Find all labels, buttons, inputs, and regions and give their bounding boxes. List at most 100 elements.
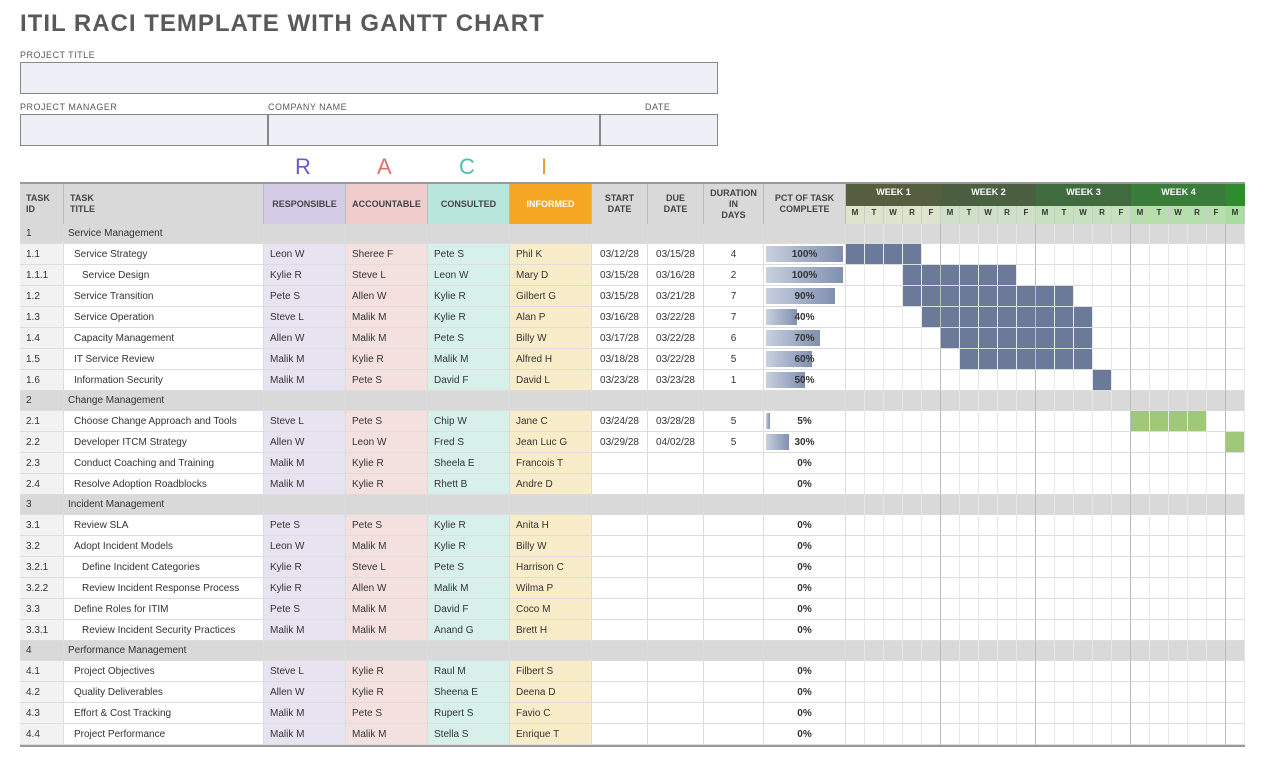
consulted-cell[interactable]: Pete S (428, 557, 510, 578)
consulted-cell[interactable]: Stella S (428, 724, 510, 745)
start-date-cell[interactable]: 03/18/28 (592, 349, 648, 370)
due-date-cell[interactable]: 03/16/28 (648, 265, 704, 286)
consulted-cell[interactable]: Fred S (428, 432, 510, 453)
project-title-input[interactable] (20, 62, 718, 94)
accountable-cell[interactable]: Allen W (346, 286, 428, 307)
responsible-cell[interactable]: Malik M (264, 349, 346, 370)
informed-cell[interactable]: David L (510, 370, 592, 391)
due-date-cell[interactable] (648, 557, 704, 578)
consulted-cell[interactable]: Pete S (428, 244, 510, 265)
pct-cell[interactable]: 100% (764, 265, 846, 286)
responsible-cell[interactable]: Malik M (264, 724, 346, 745)
accountable-cell[interactable]: Kylie R (346, 682, 428, 703)
consulted-cell[interactable]: Kylie R (428, 536, 510, 557)
start-date-cell[interactable] (592, 474, 648, 495)
date-input[interactable] (600, 114, 718, 146)
duration-cell[interactable] (704, 536, 764, 557)
pct-cell[interactable]: 5% (764, 411, 846, 432)
start-date-cell[interactable]: 03/29/28 (592, 432, 648, 453)
due-date-cell[interactable] (648, 703, 704, 724)
start-date-cell[interactable] (592, 515, 648, 536)
responsible-cell[interactable]: Kylie R (264, 578, 346, 599)
responsible-cell[interactable]: Pete S (264, 286, 346, 307)
company-name-input[interactable] (268, 114, 600, 146)
accountable-cell[interactable]: Pete S (346, 703, 428, 724)
due-date-cell[interactable]: 03/21/28 (648, 286, 704, 307)
accountable-cell[interactable]: Sheree F (346, 244, 428, 265)
duration-cell[interactable]: 7 (704, 286, 764, 307)
start-date-cell[interactable]: 03/24/28 (592, 411, 648, 432)
consulted-cell[interactable]: Kylie R (428, 515, 510, 536)
responsible-cell[interactable]: Leon W (264, 536, 346, 557)
informed-cell[interactable]: Deena D (510, 682, 592, 703)
responsible-cell[interactable]: Steve L (264, 411, 346, 432)
pct-cell[interactable]: 0% (764, 599, 846, 620)
informed-cell[interactable]: Coco M (510, 599, 592, 620)
start-date-cell[interactable] (592, 724, 648, 745)
pct-cell[interactable]: 70% (764, 328, 846, 349)
due-date-cell[interactable] (648, 682, 704, 703)
start-date-cell[interactable] (592, 536, 648, 557)
accountable-cell[interactable]: Pete S (346, 370, 428, 391)
informed-cell[interactable]: Anita H (510, 515, 592, 536)
due-date-cell[interactable]: 03/15/28 (648, 244, 704, 265)
due-date-cell[interactable] (648, 536, 704, 557)
accountable-cell[interactable]: Kylie R (346, 453, 428, 474)
informed-cell[interactable]: Favio C (510, 703, 592, 724)
consulted-cell[interactable]: Raul M (428, 661, 510, 682)
responsible-cell[interactable]: Malik M (264, 370, 346, 391)
accountable-cell[interactable]: Malik M (346, 536, 428, 557)
accountable-cell[interactable]: Allen W (346, 578, 428, 599)
due-date-cell[interactable] (648, 599, 704, 620)
responsible-cell[interactable]: Steve L (264, 307, 346, 328)
start-date-cell[interactable] (592, 682, 648, 703)
informed-cell[interactable]: Gilbert G (510, 286, 592, 307)
duration-cell[interactable]: 1 (704, 370, 764, 391)
informed-cell[interactable]: Billy W (510, 536, 592, 557)
duration-cell[interactable]: 7 (704, 307, 764, 328)
pct-cell[interactable]: 0% (764, 536, 846, 557)
informed-cell[interactable]: Andre D (510, 474, 592, 495)
due-date-cell[interactable] (648, 724, 704, 745)
responsible-cell[interactable]: Allen W (264, 432, 346, 453)
informed-cell[interactable]: Filbert S (510, 661, 592, 682)
start-date-cell[interactable]: 03/17/28 (592, 328, 648, 349)
pct-cell[interactable]: 0% (764, 682, 846, 703)
responsible-cell[interactable]: Steve L (264, 661, 346, 682)
responsible-cell[interactable]: Malik M (264, 703, 346, 724)
responsible-cell[interactable]: Malik M (264, 453, 346, 474)
pct-cell[interactable]: 0% (764, 620, 846, 641)
consulted-cell[interactable]: Sheena E (428, 682, 510, 703)
duration-cell[interactable]: 5 (704, 432, 764, 453)
pct-cell[interactable]: 40% (764, 307, 846, 328)
pct-cell[interactable]: 100% (764, 244, 846, 265)
due-date-cell[interactable]: 04/02/28 (648, 432, 704, 453)
pct-cell[interactable]: 90% (764, 286, 846, 307)
informed-cell[interactable]: Francois T (510, 453, 592, 474)
due-date-cell[interactable]: 03/22/28 (648, 328, 704, 349)
pct-cell[interactable]: 0% (764, 578, 846, 599)
consulted-cell[interactable]: Rupert S (428, 703, 510, 724)
responsible-cell[interactable]: Kylie R (264, 265, 346, 286)
informed-cell[interactable]: Billy W (510, 328, 592, 349)
consulted-cell[interactable]: Kylie R (428, 286, 510, 307)
start-date-cell[interactable] (592, 599, 648, 620)
start-date-cell[interactable]: 03/23/28 (592, 370, 648, 391)
responsible-cell[interactable]: Malik M (264, 474, 346, 495)
accountable-cell[interactable]: Malik M (346, 328, 428, 349)
start-date-cell[interactable]: 03/15/28 (592, 265, 648, 286)
due-date-cell[interactable] (648, 515, 704, 536)
responsible-cell[interactable]: Malik M (264, 620, 346, 641)
responsible-cell[interactable]: Allen W (264, 682, 346, 703)
accountable-cell[interactable]: Kylie R (346, 474, 428, 495)
duration-cell[interactable]: 5 (704, 411, 764, 432)
duration-cell[interactable] (704, 578, 764, 599)
pct-cell[interactable]: 0% (764, 557, 846, 578)
start-date-cell[interactable] (592, 578, 648, 599)
project-manager-input[interactable] (20, 114, 268, 146)
start-date-cell[interactable] (592, 661, 648, 682)
accountable-cell[interactable]: Malik M (346, 307, 428, 328)
due-date-cell[interactable]: 03/22/28 (648, 307, 704, 328)
consulted-cell[interactable]: Pete S (428, 328, 510, 349)
duration-cell[interactable] (704, 620, 764, 641)
